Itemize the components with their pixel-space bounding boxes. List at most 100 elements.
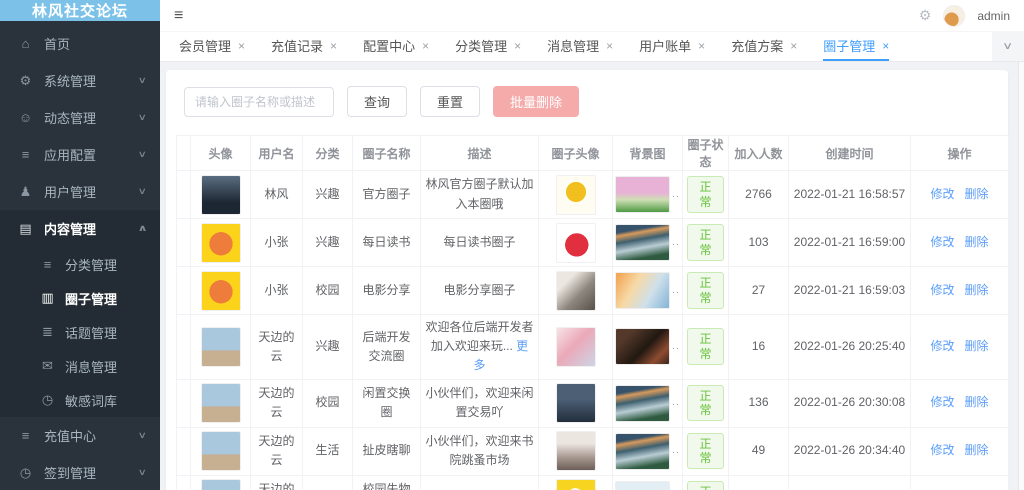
row-select-cell[interactable] — [177, 475, 191, 490]
batch-delete-button[interactable]: 批量删除 — [493, 86, 579, 117]
tab-用户账单[interactable]: 用户账单× — [639, 32, 705, 61]
row-select-cell[interactable] — [177, 379, 191, 427]
username-cell: 小张 — [251, 219, 303, 267]
created-time-cell: 2022-01-21 16:58:57 — [789, 171, 911, 219]
category-cell: 兴趣 — [303, 171, 353, 219]
circle-name-cell: 校园失物招领 — [353, 475, 421, 490]
delete-link[interactable]: 删除 — [965, 395, 989, 409]
background-image — [615, 328, 670, 365]
sidebar-item-话题管理[interactable]: ≣话题管理 — [0, 315, 160, 349]
description-cell: 小伙伴们，欢迎来书院跳蚤市场 — [421, 427, 539, 475]
sidebar-item-分类管理[interactable]: ≡分类管理 — [0, 247, 160, 281]
delete-link[interactable]: 删除 — [965, 187, 989, 201]
user-icon: ♟ — [18, 184, 33, 200]
column-header: 圈子头像 — [539, 136, 613, 171]
tab-label: 会员管理 — [179, 36, 231, 55]
edit-link[interactable]: 修改 — [930, 283, 954, 297]
chevron-down-icon: ∨ — [1002, 41, 1013, 52]
close-icon[interactable]: × — [698, 39, 705, 53]
tab-充值记录[interactable]: 充值记录× — [271, 32, 337, 61]
username-cell: 天边的云 — [251, 475, 303, 490]
category-cell: 生活 — [303, 427, 353, 475]
close-icon[interactable]: × — [790, 39, 797, 53]
tab-消息管理[interactable]: 消息管理× — [547, 32, 613, 61]
description-text: 电影分享圈子 — [443, 283, 515, 297]
sidebar-item-消息管理[interactable]: ✉消息管理 — [0, 349, 160, 383]
description-cell: 小伙伴们，欢迎来闲置交易吖 — [421, 379, 539, 427]
close-icon[interactable]: × — [882, 39, 889, 53]
chevron-icon: ∧ — [137, 223, 147, 234]
actions-cell: 修改删除 — [911, 171, 1009, 219]
row-select-cell[interactable] — [177, 171, 191, 219]
status-badge: 正常 — [687, 176, 724, 213]
circle-name-cell: 电影分享 — [353, 267, 421, 315]
column-header: 圈子状态 — [683, 136, 729, 171]
close-icon[interactable]: × — [238, 39, 245, 53]
tab-会员管理[interactable]: 会员管理 × — [179, 32, 245, 61]
sidebar-item-应用配置[interactable]: ≡应用配置∨ — [0, 136, 160, 173]
sidebar-item-label: 充值中心 — [44, 426, 96, 445]
tab-overflow-button[interactable]: ∨ — [992, 32, 1024, 61]
sidebar-item-label: 圈子管理 — [65, 289, 117, 308]
admin-avatar[interactable] — [943, 5, 965, 27]
sidebar-item-系统管理[interactable]: ⚙系统管理∨ — [0, 62, 160, 99]
settings-gear-icon[interactable]: ⚙ — [919, 7, 932, 24]
close-icon[interactable]: × — [422, 39, 429, 53]
row-select-cell[interactable] — [177, 427, 191, 475]
circle-avatar-image — [556, 327, 596, 367]
admin-username[interactable]: admin — [977, 9, 1010, 23]
delete-link[interactable]: 删除 — [965, 235, 989, 249]
column-header: 操作 — [911, 136, 1009, 171]
description-cell: 电影分享圈子 — [421, 267, 539, 315]
sidebar-item-label: 首页 — [44, 34, 70, 53]
sidebar-item-敏感词库[interactable]: ◷敏感词库 — [0, 383, 160, 417]
cover-ellipsis: .. — [672, 443, 680, 459]
tab-充值方案[interactable]: 充值方案× — [731, 32, 797, 61]
sidebar-item-圈子管理[interactable]: ▥圈子管理 — [0, 281, 160, 315]
edit-link[interactable]: 修改 — [930, 235, 954, 249]
hamburger-icon[interactable]: ≡ — [174, 8, 183, 24]
sidebar-item-首页[interactable]: ⌂首页 — [0, 25, 160, 62]
table-row: 天边的云 校园 校园失物招领 小伙伴们大家好 .. 正常 6 2022-01-2… — [177, 475, 1009, 490]
page-scrollbar[interactable] — [1018, 62, 1024, 490]
select-column-header[interactable] — [177, 136, 191, 171]
table-row: 天边的云 兴趣 后端开发交流圈 欢迎各位后端开发者加入欢迎来玩... 更多 ..… — [177, 315, 1009, 380]
close-icon[interactable]: × — [514, 39, 521, 53]
circles-table: 头像 用户名 分类 圈子名称 描述 圈子头像 背景图 圈子状态 加入人数 创建时… — [176, 135, 1009, 490]
chevron-icon: ∨ — [138, 430, 147, 441]
edit-link[interactable]: 修改 — [930, 187, 954, 201]
user-avatar-image — [201, 223, 241, 263]
cover-ellipsis: .. — [672, 395, 680, 411]
close-icon[interactable]: × — [330, 39, 337, 53]
tab-分类管理[interactable]: 分类管理× — [455, 32, 521, 61]
row-select-cell[interactable] — [177, 267, 191, 315]
close-icon[interactable]: × — [606, 39, 613, 53]
user-avatar-image — [201, 175, 241, 215]
status-badge: 正常 — [687, 385, 724, 422]
created-time-cell: 2022-01-21 16:59:03 — [789, 267, 911, 315]
table-row: 天边的云 校园 闲置交换圈 小伙伴们，欢迎来闲置交易吖 .. 正常 136 20… — [177, 379, 1009, 427]
query-button[interactable]: 查询 — [347, 86, 407, 117]
row-select-cell[interactable] — [177, 315, 191, 380]
sidebar-item-签到管理[interactable]: ◷签到管理∨ — [0, 454, 160, 490]
sidebar-item-内容管理[interactable]: ▤内容管理∧ — [0, 210, 160, 247]
sidebar-item-用户管理[interactable]: ♟用户管理∨ — [0, 173, 160, 210]
search-input[interactable] — [184, 87, 334, 117]
sidebar-item-充值中心[interactable]: ≡充值中心∨ — [0, 417, 160, 454]
delete-link[interactable]: 删除 — [965, 443, 989, 457]
edit-link[interactable]: 修改 — [930, 339, 954, 353]
description-cell: 欢迎各位后端开发者加入欢迎来玩... 更多 — [421, 315, 539, 380]
column-header: 背景图 — [613, 136, 683, 171]
edit-link[interactable]: 修改 — [930, 395, 954, 409]
delete-link[interactable]: 删除 — [965, 339, 989, 353]
sidebar-item-动态管理[interactable]: ☺动态管理∨ — [0, 99, 160, 136]
tab-配置中心[interactable]: 配置中心× — [363, 32, 429, 61]
user-avatar-image — [201, 383, 241, 423]
reset-button[interactable]: 重置 — [420, 86, 480, 117]
row-select-cell[interactable] — [177, 219, 191, 267]
tab-圈子管理[interactable]: 圈子管理× — [823, 32, 889, 61]
chevron-icon: ∨ — [138, 112, 147, 123]
delete-link[interactable]: 删除 — [965, 283, 989, 297]
edit-link[interactable]: 修改 — [930, 443, 954, 457]
category-cell: 校园 — [303, 267, 353, 315]
